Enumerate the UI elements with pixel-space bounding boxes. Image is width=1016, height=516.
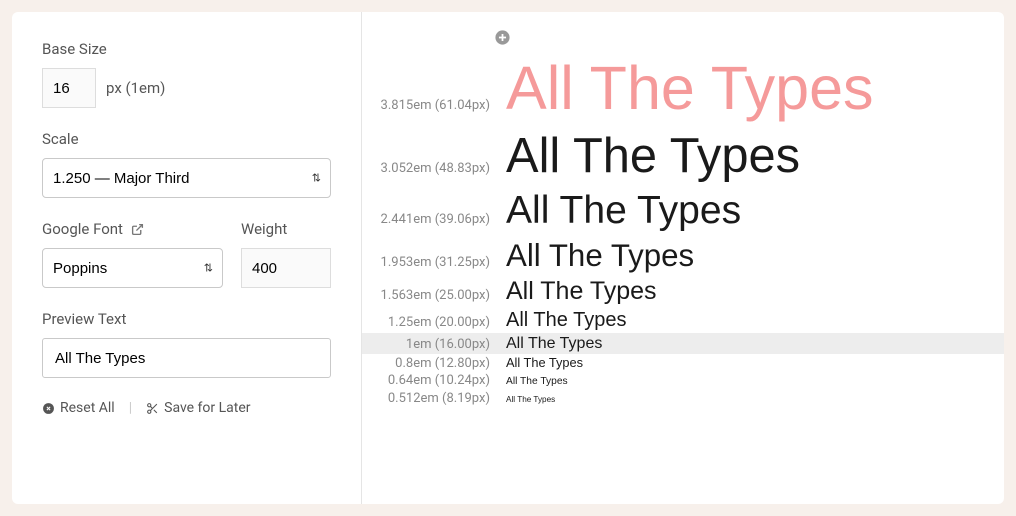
size-label: 3.815em (61.04px) xyxy=(372,98,490,113)
font-label-row: Google Font xyxy=(42,220,223,238)
preview-text-label: Preview Text xyxy=(42,310,331,328)
reset-all-label: Reset All xyxy=(60,400,115,416)
preview-text: All The Types xyxy=(506,188,741,235)
scale-label: Scale xyxy=(42,130,331,148)
scale-row[interactable]: 1.953em (31.25px) All The Types xyxy=(362,236,1004,276)
preview-text: All The Types xyxy=(506,52,874,125)
size-label: 1.953em (31.25px) xyxy=(372,255,490,270)
scale-row[interactable]: 2.441em (39.06px) All The Types xyxy=(362,187,1004,236)
save-button[interactable]: Save for Later xyxy=(146,400,250,416)
weight-input[interactable] xyxy=(241,248,331,288)
scissors-icon xyxy=(146,400,159,416)
preview-text: All The Types xyxy=(506,276,657,306)
weight-field: Weight xyxy=(241,220,331,288)
preview-text: All The Types xyxy=(506,127,800,186)
actions-divider: | xyxy=(129,400,132,416)
preview-text: All The Types xyxy=(506,308,626,332)
scale-row[interactable]: 0.8em (12.80px) All The Types xyxy=(362,354,1004,372)
scale-row[interactable]: 0.512em (8.19px) All The Types xyxy=(362,390,1004,407)
save-label: Save for Later xyxy=(164,400,250,416)
base-size-row: px (1em) xyxy=(42,68,331,108)
size-label: 1.563em (25.00px) xyxy=(372,288,490,303)
external-link-icon[interactable] xyxy=(131,222,144,237)
actions-row: Reset All | Save for Later xyxy=(42,400,331,416)
preview-text-field: Preview Text xyxy=(42,310,331,378)
main-panel: 3.815em (61.04px)All The Types3.052em (4… xyxy=(362,12,1004,504)
font-select-wrap: Poppins xyxy=(42,248,223,288)
scale-row[interactable]: 1.563em (25.00px) All The Types xyxy=(362,275,1004,307)
weight-label: Weight xyxy=(241,220,331,238)
size-label: 1.25em (20.00px) xyxy=(372,315,490,330)
close-circle-icon xyxy=(42,400,55,416)
size-label: 0.512em (8.19px) xyxy=(372,391,490,406)
font-weight-row: Google Font Poppins Weight xyxy=(42,220,331,288)
scale-row[interactable]: 0.64em (10.24px) All The Types xyxy=(362,372,1004,389)
app-container: Base Size px (1em) Scale 1.250 — Major T… xyxy=(12,12,1004,504)
add-row xyxy=(362,26,1004,47)
scale-row[interactable]: 1em (16.00px) All The Types xyxy=(362,333,1004,354)
scale-select-wrap: 1.250 — Major Third xyxy=(42,158,331,198)
size-label: 1em (16.00px) xyxy=(372,337,490,352)
font-select[interactable]: Poppins xyxy=(42,248,223,288)
font-label: Google Font xyxy=(42,220,123,238)
base-size-input[interactable] xyxy=(42,68,96,108)
size-label: 0.8em (12.80px) xyxy=(372,356,490,371)
base-size-unit: px (1em) xyxy=(106,79,165,97)
preview-text: All The Types xyxy=(506,355,583,370)
preview-text: All The Types xyxy=(506,376,568,388)
preview-text: All The Types xyxy=(506,395,555,405)
scale-field: Scale 1.250 — Major Third xyxy=(42,130,331,198)
scale-row[interactable]: 3.052em (48.83px) All The Types xyxy=(362,126,1004,187)
size-label: 0.64em (10.24px) xyxy=(372,373,490,388)
size-label: 2.441em (39.06px) xyxy=(372,212,490,227)
scale-list: 3.815em (61.04px)All The Types3.052em (4… xyxy=(362,51,1004,407)
preview-text: All The Types xyxy=(506,237,694,275)
scale-row[interactable]: 1.25em (20.00px) All The Types xyxy=(362,307,1004,333)
scale-select[interactable]: 1.250 — Major Third xyxy=(42,158,331,198)
base-size-label: Base Size xyxy=(42,40,331,58)
reset-all-button[interactable]: Reset All xyxy=(42,400,115,416)
plus-circle-icon[interactable] xyxy=(494,26,511,47)
preview-text: All The Types xyxy=(506,334,602,353)
sidebar: Base Size px (1em) Scale 1.250 — Major T… xyxy=(12,12,362,504)
font-field: Google Font Poppins xyxy=(42,220,223,288)
preview-text-input[interactable] xyxy=(42,338,331,378)
size-label: 3.052em (48.83px) xyxy=(372,161,490,176)
scale-row[interactable]: 3.815em (61.04px) All The Types xyxy=(362,51,1004,126)
base-size-field: Base Size px (1em) xyxy=(42,40,331,108)
